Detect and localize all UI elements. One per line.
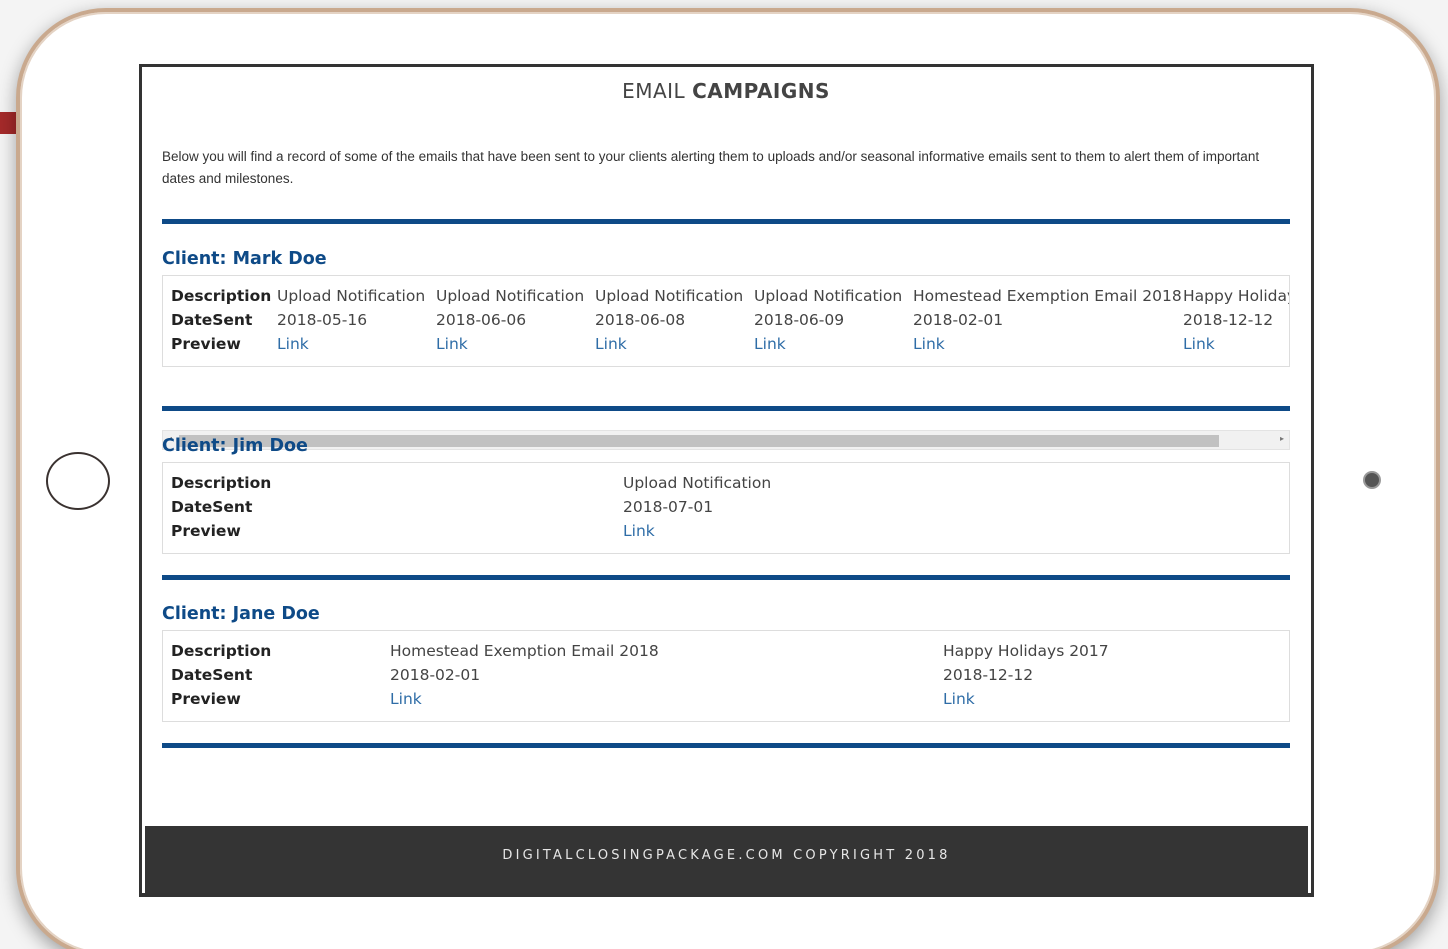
email-date-sent: 2018-02-01 [913,311,1004,329]
label-preview: Preview [171,522,241,540]
tablet-screen: EMAIL CAMPAIGNS Below you will find a re… [139,64,1314,897]
email-column: Homestead Exemption Email 2018 2018-02-0… [390,639,659,711]
footer-copyright: DIGITALCLOSINGPACKAGE.COM COPYRIGHT 2018 [502,848,951,863]
row-labels: Description DateSent Preview [171,639,271,711]
preview-link[interactable]: Link [277,335,309,353]
horizontal-scrollbar[interactable]: ◂ ▸ [162,430,1290,450]
preview-link[interactable]: Link [595,335,627,353]
label-date-sent: DateSent [171,311,253,329]
email-description: Upload Notification [277,287,426,305]
client-title-mark-doe: Client: Mark Doe [162,249,327,269]
client-email-table-mark-doe: Description DateSent Preview Upload Noti… [162,275,1290,367]
email-column: Upload Notification 2018-06-09 Link [754,284,902,356]
email-date-sent: 2018-06-06 [436,311,527,329]
intro-text: Below you will find a record of some of … [162,149,1260,186]
preview-link[interactable]: Link [436,335,468,353]
preview-link[interactable]: Link [913,335,945,353]
email-date-sent: 2018-12-12 [1183,311,1274,329]
client-email-table-jim-doe: Description DateSent Preview Upload Noti… [162,462,1290,554]
email-date-sent: 2018-06-08 [595,311,686,329]
email-description: Homestead Exemption Email 2018 [913,287,1182,305]
label-description: Description [171,642,272,660]
email-date-sent: 2018-06-09 [754,311,845,329]
email-date-sent: 2018-12-12 [943,666,1034,684]
tablet-home-button [46,452,110,510]
email-description: Homestead Exemption Email 2018 [390,642,659,660]
email-column: Happy Holidays 2017 2018-12-12 Link [1183,284,1289,356]
label-preview: Preview [171,690,241,708]
row-labels: Description DateSent Preview [171,471,271,543]
section-divider [162,575,1290,580]
preview-link[interactable]: Link [1183,335,1215,353]
tablet-camera [1365,473,1379,487]
section-divider [162,219,1290,224]
scroll-right-arrow-icon[interactable]: ▸ [1280,434,1284,443]
label-date-sent: DateSent [171,498,253,516]
email-column: Happy Holidays 2017 2018-12-12 Link [943,639,1109,711]
page-title-light: EMAIL [622,79,693,103]
label-description: Description [171,474,272,492]
email-column: Homestead Exemption Email 2018 2018-02-0… [913,284,1182,356]
label-preview: Preview [171,335,241,353]
preview-link[interactable]: Link [943,690,975,708]
section-divider [162,743,1290,748]
page-footer: DIGITALCLOSINGPACKAGE.COM COPYRIGHT 2018 [145,826,1308,893]
email-date-sent: 2018-02-01 [390,666,481,684]
email-column: Upload Notification 2018-06-08 Link [595,284,743,356]
client-title-jane-doe: Client: Jane Doe [162,604,320,624]
scrollbar-thumb[interactable] [179,435,1219,447]
email-column: Upload Notification 2018-05-16 Link [277,284,425,356]
email-column: Upload Notification 2018-07-01 Link [623,471,771,543]
email-description: Upload Notification [595,287,744,305]
email-date-sent: 2018-07-01 [623,498,714,516]
email-description: Upload Notification [623,474,772,492]
email-column: Upload Notification 2018-06-06 Link [436,284,584,356]
page-title-bold: CAMPAIGNS [692,79,830,103]
label-description: Description [171,287,272,305]
page-title: EMAIL CAMPAIGNS [162,79,1290,103]
section-divider [162,406,1290,411]
email-description: Happy Holidays 2017 [943,642,1109,660]
preview-link[interactable]: Link [754,335,786,353]
label-date-sent: DateSent [171,666,253,684]
client-title-jim-doe: Client: Jim Doe [162,436,308,456]
email-date-sent: 2018-05-16 [277,311,368,329]
preview-link[interactable]: Link [623,522,655,540]
email-description: Upload Notification [436,287,585,305]
preview-link[interactable]: Link [390,690,422,708]
email-description: Happy Holidays 2017 [1183,287,1289,305]
client-email-table-jane-doe: Description DateSent Preview Homestead E… [162,630,1290,722]
row-labels: Description DateSent Preview [171,284,271,356]
email-description: Upload Notification [754,287,903,305]
